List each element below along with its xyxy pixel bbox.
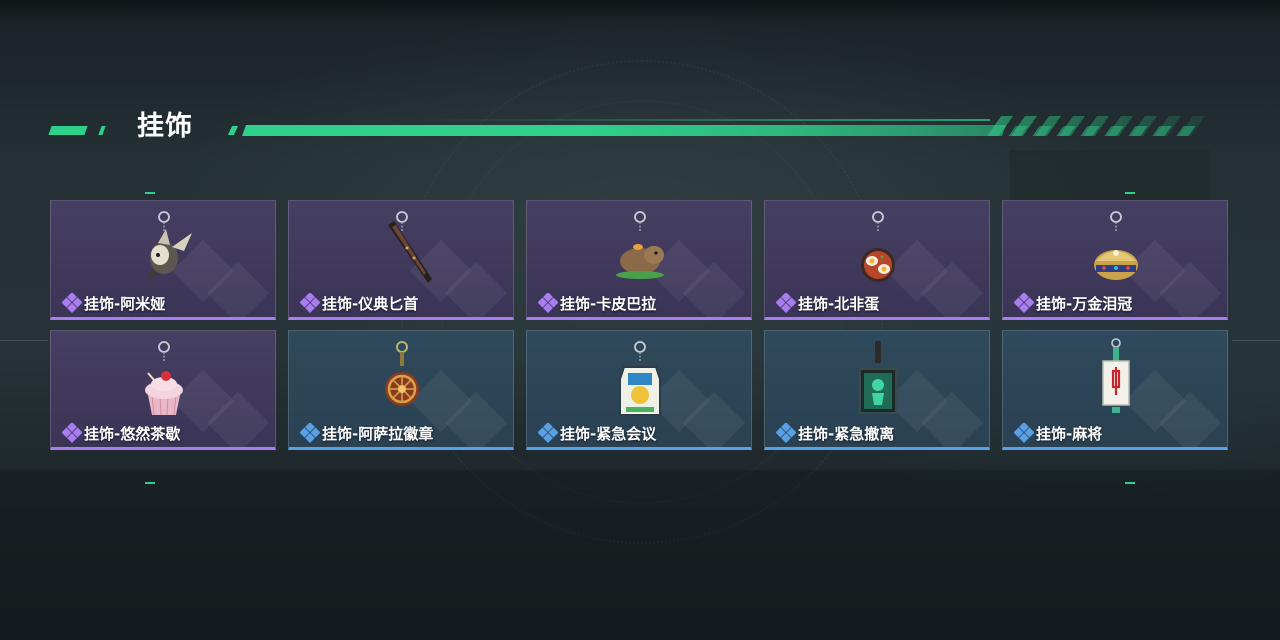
charm-grid: 挂饰-阿米娅 挂饰-仪典匕首 挂饰-卡皮巴拉 挂饰-北非蛋 挂饰-万金泪冠 挂饰… xyxy=(50,200,1230,450)
charm-card[interactable]: 挂饰-阿米娅 xyxy=(50,200,276,320)
charm-card[interactable]: 挂饰-卡皮巴拉 xyxy=(526,200,752,320)
rarity-diamond-icon xyxy=(538,293,558,313)
mahjong-tile-charm-icon xyxy=(1102,338,1130,413)
frame-corner-mark xyxy=(145,192,155,194)
charm-label: 挂饰-北非蛋 xyxy=(776,292,879,314)
jeweled-crown-charm-icon xyxy=(1094,211,1138,280)
charm-name: 挂饰-卡皮巴拉 xyxy=(560,294,657,313)
charm-name: 挂饰-仪典匕首 xyxy=(322,294,419,313)
top-shade xyxy=(0,0,1280,22)
charm-label: 挂饰-紧急撤离 xyxy=(776,422,894,444)
charm-label: 挂饰-麻将 xyxy=(1014,422,1102,444)
header-accent-left xyxy=(48,126,88,135)
charm-name: 挂饰-万金泪冠 xyxy=(1036,294,1133,313)
capybara-charm-icon xyxy=(616,211,664,279)
left-edge-line xyxy=(0,340,48,341)
header-accent-tick-right xyxy=(227,126,239,135)
ceremonial-dagger-charm-icon xyxy=(388,211,432,283)
charm-card[interactable]: 挂饰-万金泪冠 xyxy=(1002,200,1228,320)
charm-label: 挂饰-紧急会议 xyxy=(538,422,656,444)
rarity-diamond-icon xyxy=(62,423,82,443)
cupcake-charm-icon xyxy=(145,341,183,416)
charm-card[interactable]: 挂饰-悠然茶歇 xyxy=(50,330,276,450)
rarity-diamond-icon xyxy=(1014,423,1034,443)
rarity-diamond-icon xyxy=(300,293,320,313)
charm-label: 挂饰-卡皮巴拉 xyxy=(538,292,656,314)
right-edge-line xyxy=(1232,340,1280,341)
charm-label: 挂饰-阿萨拉徽章 xyxy=(300,422,433,444)
header-checker-pattern-lower xyxy=(996,126,1204,136)
charm-label: 挂饰-仪典匕首 xyxy=(300,292,418,314)
charm-label: 挂饰-悠然茶歇 xyxy=(62,422,180,444)
rarity-diamond-icon xyxy=(776,423,796,443)
charm-label: 挂饰-阿米娅 xyxy=(62,292,165,314)
charm-name: 挂饰-紧急撤离 xyxy=(798,424,895,443)
section-title: 挂饰 xyxy=(137,111,193,142)
charm-name: 挂饰-阿米娅 xyxy=(84,294,166,313)
charm-name: 挂饰-北非蛋 xyxy=(798,294,880,313)
charm-card[interactable]: 挂饰-紧急会议 xyxy=(526,330,752,450)
charm-card[interactable]: 挂饰-仪典匕首 xyxy=(288,200,514,320)
asala-badge-charm-icon xyxy=(385,341,419,406)
frame-corner-mark xyxy=(1125,482,1135,484)
header-accent-tick xyxy=(98,126,106,135)
charm-name: 挂饰-紧急会议 xyxy=(560,424,657,443)
rarity-diamond-icon xyxy=(776,293,796,313)
rarity-diamond-icon xyxy=(62,293,82,313)
charm-collection-screen: 挂饰 挂饰-阿米娅 挂饰-仪典匕首 挂饰-卡皮巴拉 挂饰-北非蛋 挂饰-万金泪冠… xyxy=(0,0,1280,640)
emergency-meeting-charm-icon xyxy=(619,341,661,416)
charm-card[interactable]: 挂饰-紧急撤离 xyxy=(764,330,990,450)
emergency-evac-charm-icon xyxy=(859,341,897,414)
frame-corner-mark xyxy=(145,482,155,484)
rarity-diamond-icon xyxy=(1014,293,1034,313)
shakshuka-pan-charm-icon xyxy=(861,211,895,282)
charm-name: 挂饰-阿萨拉徽章 xyxy=(322,424,434,443)
rarity-diamond-icon xyxy=(538,423,558,443)
charm-name: 挂饰-悠然茶歇 xyxy=(84,424,181,443)
charm-card[interactable]: 挂饰-麻将 xyxy=(1002,330,1228,450)
background-ground xyxy=(0,470,1280,640)
header-accent-bar xyxy=(241,125,1007,136)
amiya-plush-charm-icon xyxy=(148,211,192,279)
charm-card[interactable]: 挂饰-阿萨拉徽章 xyxy=(288,330,514,450)
frame-corner-mark xyxy=(1125,192,1135,194)
charm-label: 挂饰-万金泪冠 xyxy=(1014,292,1132,314)
rarity-diamond-icon xyxy=(300,423,320,443)
charm-card[interactable]: 挂饰-北非蛋 xyxy=(764,200,990,320)
charm-name: 挂饰-麻将 xyxy=(1036,424,1103,443)
header-thin-line xyxy=(420,119,990,121)
